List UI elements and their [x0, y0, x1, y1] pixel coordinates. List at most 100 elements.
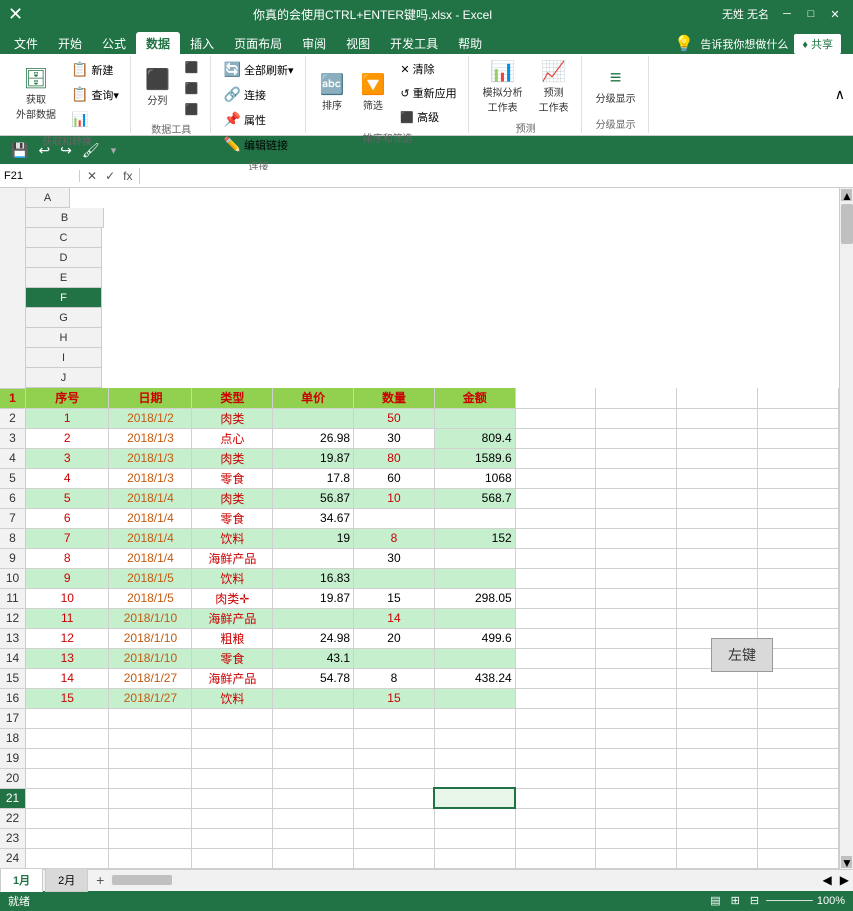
query-option-button[interactable]: 📋 查询▾	[66, 83, 124, 106]
cell-8I[interactable]	[677, 528, 758, 548]
tab-data[interactable]: 数据	[136, 32, 180, 54]
sort-button[interactable]: 🔤 排序	[314, 71, 351, 116]
cell-10E[interactable]	[354, 568, 435, 588]
cell-2H[interactable]	[596, 408, 677, 428]
cell-16H[interactable]	[596, 688, 677, 708]
col-header-J[interactable]: J	[26, 368, 102, 388]
cell-2B[interactable]: 2018/1/2	[109, 408, 192, 428]
cell-7C[interactable]: 零食	[192, 508, 273, 528]
cell-19F[interactable]	[434, 748, 515, 768]
cell-11D[interactable]: 19.87	[273, 588, 354, 608]
cell-17F[interactable]	[434, 708, 515, 728]
cell-21H[interactable]	[596, 788, 677, 808]
cell-19G[interactable]	[515, 748, 596, 768]
cell-11J[interactable]	[758, 588, 839, 608]
page-layout-button[interactable]: ⊞	[728, 894, 743, 907]
cell-17A[interactable]	[26, 708, 109, 728]
cell-6F[interactable]: 568.7	[434, 488, 515, 508]
cell-8C[interactable]: 饮料	[192, 528, 273, 548]
cell-2F[interactable]	[434, 408, 515, 428]
cell-6G[interactable]	[515, 488, 596, 508]
cell-20H[interactable]	[596, 768, 677, 788]
cell-17E[interactable]	[354, 708, 435, 728]
cell-3D[interactable]: 26.98	[273, 428, 354, 448]
cell-23A[interactable]	[26, 828, 109, 848]
cell-18D[interactable]	[273, 728, 354, 748]
cell-5J[interactable]	[758, 468, 839, 488]
cell-23C[interactable]	[192, 828, 273, 848]
cell-23D[interactable]	[273, 828, 354, 848]
cell-22H[interactable]	[596, 808, 677, 828]
cell-16D[interactable]	[273, 688, 354, 708]
cell-22A[interactable]	[26, 808, 109, 828]
cell-22F[interactable]	[434, 808, 515, 828]
cell-16F[interactable]	[434, 688, 515, 708]
cell-13H[interactable]	[596, 628, 677, 648]
cell-21J[interactable]	[758, 788, 839, 808]
cell-3I[interactable]	[677, 428, 758, 448]
cell-7I[interactable]	[677, 508, 758, 528]
cell-8J[interactable]	[758, 528, 839, 548]
cell-11H[interactable]	[596, 588, 677, 608]
cell-11B[interactable]: 2018/1/5	[109, 588, 192, 608]
cell-18I[interactable]	[677, 728, 758, 748]
cell-16B[interactable]: 2018/1/27	[109, 688, 192, 708]
paint-qa-button[interactable]: 🖌	[79, 140, 103, 161]
cell-11C[interactable]: 肉类✛	[192, 588, 273, 608]
cell-8F[interactable]: 152	[434, 528, 515, 548]
cell-4B[interactable]: 2018/1/3	[109, 448, 192, 468]
forecast-button[interactable]: 📈 预测工作表	[533, 58, 575, 118]
tab-help[interactable]: 帮助	[448, 32, 492, 54]
cell-18F[interactable]	[434, 728, 515, 748]
cell-23J[interactable]	[758, 828, 839, 848]
cell-ref-input[interactable]	[4, 170, 75, 182]
cell-16J[interactable]	[758, 688, 839, 708]
cell-15B[interactable]: 2018/1/27	[109, 668, 192, 688]
cell-14C[interactable]: 零食	[192, 648, 273, 668]
cell-13G[interactable]	[515, 628, 596, 648]
cell-15C[interactable]: 海鲜产品	[192, 668, 273, 688]
cell-6D[interactable]: 56.87	[273, 488, 354, 508]
cell-3G[interactable]	[515, 428, 596, 448]
vertical-scrollbar[interactable]: ▲ ▼	[839, 188, 853, 869]
cell-6C[interactable]: 肉类	[192, 488, 273, 508]
validate-button[interactable]: ⬛	[180, 79, 204, 98]
cancel-formula-button[interactable]: ✕	[84, 168, 100, 184]
cell-2G[interactable]	[515, 408, 596, 428]
cell-10A[interactable]: 9	[26, 568, 109, 588]
cell-14B[interactable]: 2018/1/10	[109, 648, 192, 668]
cell-12J[interactable]	[758, 608, 839, 628]
redo-qa-button[interactable]: ↪	[57, 140, 75, 161]
cell-14A[interactable]: 13	[26, 648, 109, 668]
cell-10C[interactable]: 饮料	[192, 568, 273, 588]
cell-20B[interactable]	[109, 768, 192, 788]
cell-21C[interactable]	[192, 788, 273, 808]
cell-21B[interactable]	[109, 788, 192, 808]
cell-24B[interactable]	[109, 848, 192, 868]
cell-8E[interactable]: 8	[354, 528, 435, 548]
cell-12H[interactable]	[596, 608, 677, 628]
col-header-F[interactable]: F	[26, 288, 102, 308]
cell-8B[interactable]: 2018/1/4	[109, 528, 192, 548]
new-query-button[interactable]: 📋 新建	[66, 58, 124, 81]
cell-4G[interactable]	[515, 448, 596, 468]
cell-20J[interactable]	[758, 768, 839, 788]
cell-17D[interactable]	[273, 708, 354, 728]
cell-10I[interactable]	[677, 568, 758, 588]
edit-links-button[interactable]: ✏️ 编辑链接	[219, 133, 299, 156]
h-scroll-right[interactable]: ▶	[836, 873, 853, 887]
cell-22B[interactable]	[109, 808, 192, 828]
scrollbar-down-button[interactable]: ▼	[841, 856, 852, 868]
cell-15I[interactable]	[677, 668, 758, 688]
cell-24I[interactable]	[677, 848, 758, 868]
refresh-all-button[interactable]: 🔄 全部刷新▾	[219, 58, 299, 81]
cell-9H[interactable]	[596, 548, 677, 568]
cell-12C[interactable]: 海鲜产品	[192, 608, 273, 628]
cell-11G[interactable]	[515, 588, 596, 608]
data-tools-button[interactable]: ⬛	[180, 100, 204, 119]
cell-15D[interactable]: 54.78	[273, 668, 354, 688]
normal-view-button[interactable]: ▤	[707, 894, 723, 907]
cell-16I[interactable]	[677, 688, 758, 708]
cell-15F[interactable]: 438.24	[434, 668, 515, 688]
cell-3A[interactable]: 2	[26, 428, 109, 448]
